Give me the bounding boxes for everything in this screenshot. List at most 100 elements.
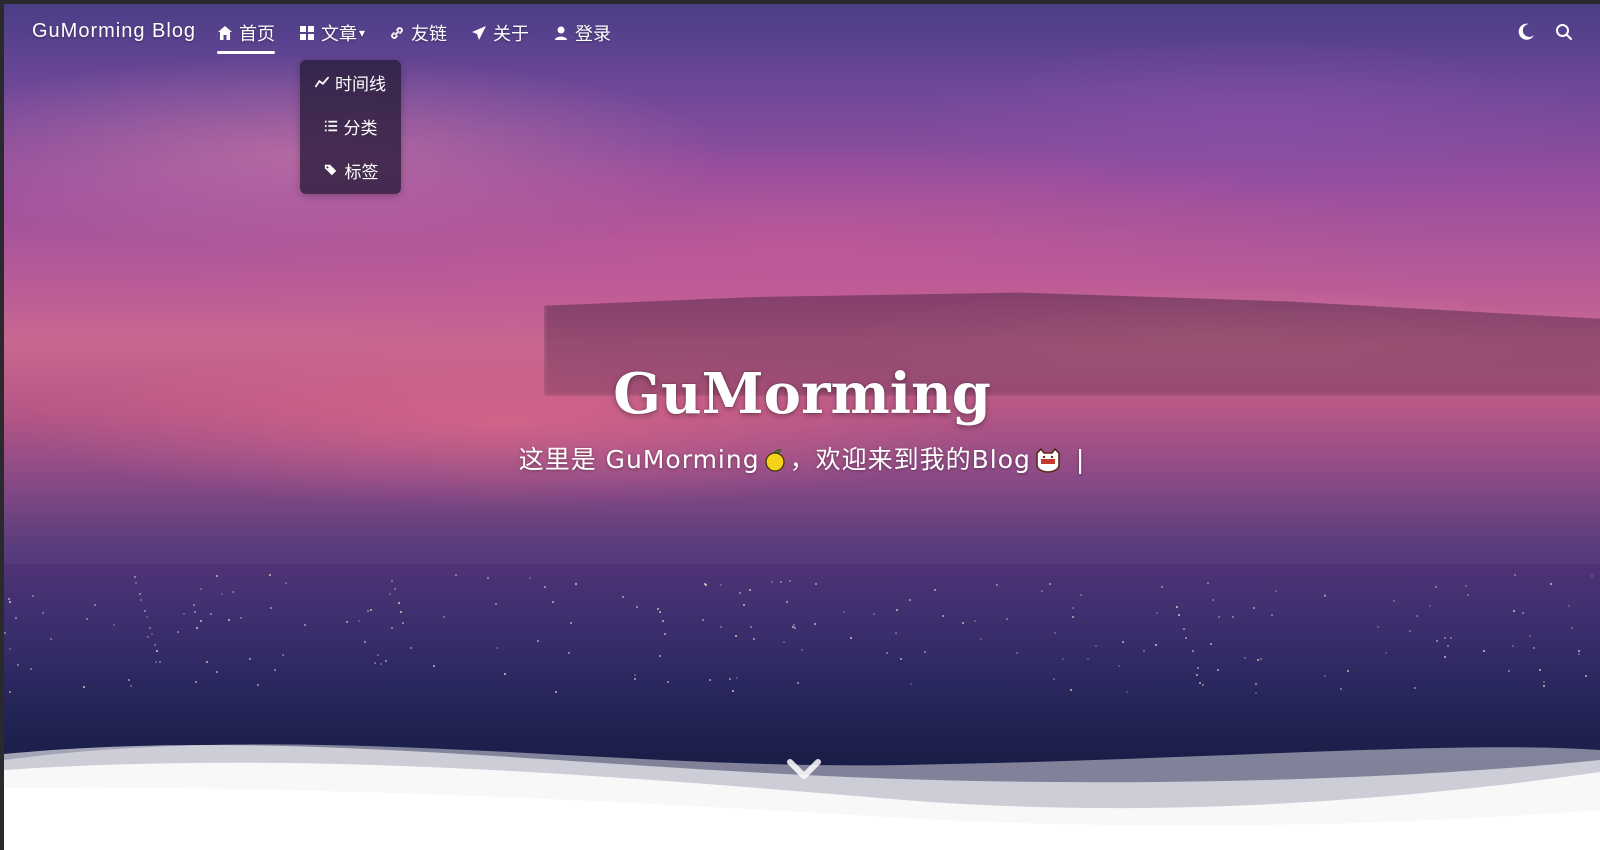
- city-light: [443, 616, 445, 618]
- city-light: [1324, 675, 1326, 677]
- city-light: [552, 601, 554, 603]
- city-light: [900, 658, 902, 660]
- city-light: [1192, 650, 1194, 652]
- city-light: [394, 588, 396, 590]
- city-light: [385, 660, 387, 662]
- city-light: [274, 669, 276, 671]
- city-light: [924, 651, 926, 653]
- city-light: [1178, 614, 1180, 616]
- city-light: [216, 671, 218, 673]
- city-light: [815, 583, 817, 585]
- city-light: [159, 661, 161, 663]
- city-light: [240, 617, 242, 619]
- city-light: [1053, 678, 1055, 680]
- city-light: [50, 638, 52, 640]
- city-light: [1126, 691, 1128, 693]
- city-light: [1571, 627, 1573, 629]
- city-light: [377, 654, 379, 656]
- paper-plane-icon: [472, 26, 487, 40]
- city-light: [177, 631, 179, 633]
- city-light: [1143, 650, 1145, 652]
- city-light: [86, 618, 88, 620]
- city-light: [30, 668, 32, 670]
- city-light: [659, 611, 661, 613]
- city-light: [1568, 605, 1570, 607]
- city-light: [9, 648, 11, 650]
- city-light: [269, 574, 271, 576]
- city-light: [662, 620, 664, 622]
- dark-mode-icon[interactable]: [1516, 22, 1536, 42]
- city-light: [1183, 628, 1185, 630]
- search-icon[interactable]: [1554, 22, 1574, 42]
- lemon-emoji: [764, 449, 785, 472]
- city-light: [1257, 659, 1259, 661]
- dropdown-item-label: 分类: [343, 118, 378, 139]
- city-light: [1232, 616, 1234, 618]
- scroll-down-button[interactable]: [784, 756, 824, 786]
- city-light: [783, 641, 785, 643]
- city-light: [400, 611, 402, 613]
- city-light: [196, 627, 198, 629]
- city-light: [909, 599, 911, 601]
- city-light: [1543, 681, 1545, 683]
- city-light: [753, 638, 755, 640]
- nav-item-articles[interactable]: 文章 ▾: [299, 20, 365, 46]
- city-light: [1514, 574, 1516, 576]
- city-light: [9, 691, 11, 693]
- city-light: [210, 613, 212, 615]
- city-light: [537, 640, 539, 642]
- dropdown-item-categories[interactable]: 分类: [300, 108, 401, 144]
- dropdown-item-tags[interactable]: 标签: [300, 152, 401, 188]
- city-light: [896, 609, 898, 611]
- city-light: [1161, 586, 1163, 588]
- city-light: [789, 580, 791, 582]
- city-light: [1444, 656, 1446, 658]
- nav-item-home[interactable]: 首页: [217, 20, 275, 54]
- city-light: [974, 620, 976, 622]
- city-light: [42, 612, 44, 614]
- city-light: [634, 678, 636, 680]
- city-light: [128, 679, 130, 681]
- city-light: [910, 683, 912, 685]
- dropdown-item-timeline[interactable]: 时间线: [300, 64, 401, 100]
- city-light: [729, 678, 731, 680]
- city-light: [1049, 583, 1051, 585]
- city-light: [1197, 667, 1199, 669]
- city-light: [249, 658, 251, 660]
- city-light: [232, 591, 234, 593]
- city-light: [873, 613, 875, 615]
- city-light: [1533, 647, 1535, 649]
- city-light: [1062, 658, 1064, 660]
- city-light: [667, 681, 669, 683]
- site-brand[interactable]: GuMorming Blog: [32, 20, 196, 43]
- city-light: [1271, 614, 1273, 616]
- typing-cursor: |: [1075, 445, 1086, 474]
- city-light: [139, 593, 141, 595]
- city-light: [504, 673, 506, 675]
- city-light: [135, 582, 137, 584]
- city-light: [282, 654, 284, 656]
- nav-item-friends[interactable]: 友链: [389, 20, 447, 46]
- city-light: [797, 682, 799, 684]
- city-light: [374, 662, 376, 664]
- city-light: [32, 595, 34, 597]
- nav-item-about[interactable]: 关于: [471, 20, 529, 46]
- nav-item-label: 登录: [575, 24, 612, 45]
- nav-item-login[interactable]: 登录: [553, 20, 611, 46]
- city-light: [1508, 670, 1510, 672]
- city-light: [1006, 618, 1008, 620]
- city-light: [1429, 605, 1431, 607]
- city-light: [996, 584, 998, 586]
- navbar: GuMorming Blog 首页 文章 ▾ 友链 关于 登录: [4, 4, 1600, 62]
- city-light: [1340, 688, 1342, 690]
- city-light: [496, 647, 498, 649]
- city-light: [358, 620, 360, 622]
- city-light: [1435, 586, 1437, 588]
- city-light: [1070, 689, 1072, 691]
- city-light: [934, 589, 936, 591]
- city-light: [1467, 594, 1469, 596]
- city-light: [391, 580, 393, 582]
- nav-menu: 首页 文章 ▾ 友链 关于 登录: [217, 20, 635, 54]
- city-light: [575, 583, 577, 585]
- hero-background: GuMorming Blog 首页 文章 ▾ 友链 关于 登录 时间线 分类 标…: [4, 4, 1600, 850]
